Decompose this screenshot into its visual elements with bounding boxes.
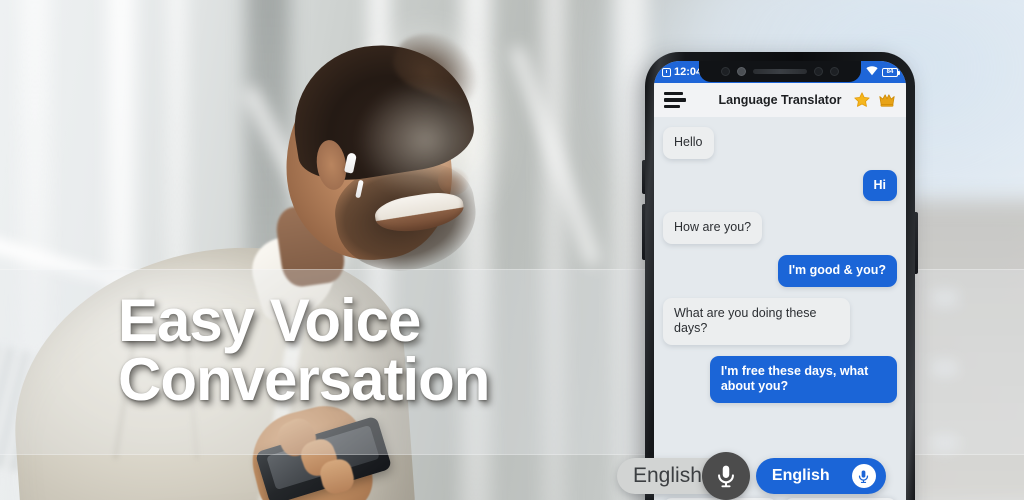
target-microphone-icon[interactable] [851,464,876,488]
source-language-button[interactable]: English [617,452,750,500]
headline-line-2: Conversation [118,345,490,413]
star-icon[interactable] [853,91,871,109]
battery-level-label: 84 [886,69,894,75]
phone-frame: 12:04 84 Language Translator Hello Hi Ho… [642,52,918,500]
crown-premium-icon[interactable] [878,91,896,109]
chat-row: What are you doing these days? [663,297,897,345]
hamburger-menu-icon[interactable] [664,91,686,109]
source-language-label: English [633,464,702,487]
sensor-icon [737,67,746,76]
chat-row: Hello [663,127,897,159]
status-bar-time: 12:04 [674,66,703,78]
chat-bubble-incoming[interactable]: What are you doing these days? [663,297,851,345]
headline-line-1: Easy Voice [118,287,421,354]
page-title: Easy Voice Conversation [118,287,490,413]
chat-bubble-incoming[interactable]: How are you? [663,212,763,244]
volume-up-button[interactable] [642,160,645,194]
earpiece-speaker [753,69,807,74]
chat-bubble-outgoing[interactable]: Hi [862,169,897,202]
proximity-sensor-icon [814,67,823,76]
phone-screen: 12:04 84 Language Translator Hello Hi Ho… [654,61,906,500]
status-bar-right: 84 [866,65,901,79]
source-microphone-icon[interactable] [701,452,750,500]
battery-icon: 84 [882,67,901,77]
power-button[interactable] [915,212,918,274]
volume-down-button[interactable] [642,204,645,260]
chat-row: How are you? [663,212,897,244]
wifi-icon [866,65,878,79]
ambient-light-sensor-icon [830,67,839,76]
chat-bubble-outgoing[interactable]: I'm free these days, what about you? [709,355,897,403]
face-highlight [355,80,496,200]
app-bar: Language Translator [654,83,906,117]
chat-bubble-incoming[interactable]: Hello [663,127,714,159]
chat-row: I'm free these days, what about you? [663,355,897,403]
chat-thread: Hello Hi How are you? I'm good & you? Wh… [654,117,906,403]
phone-notch [699,61,861,82]
phone-mockup: 12:04 84 Language Translator Hello Hi Ho… [617,52,918,500]
app-bar-actions [853,91,896,109]
status-bar: 12:04 84 [654,61,906,83]
chat-bubble-outgoing[interactable]: I'm good & you? [777,254,897,287]
chat-row: I'm good & you? [663,254,897,287]
language-selector-bar: English English [617,452,911,500]
front-camera-icon [721,67,730,76]
target-language-label: English [771,467,830,484]
status-bar-left: 12:04 [662,66,702,78]
chat-row: Hi [663,169,897,202]
alarm-clock-icon [662,67,671,77]
target-language-button[interactable]: English [755,458,886,494]
